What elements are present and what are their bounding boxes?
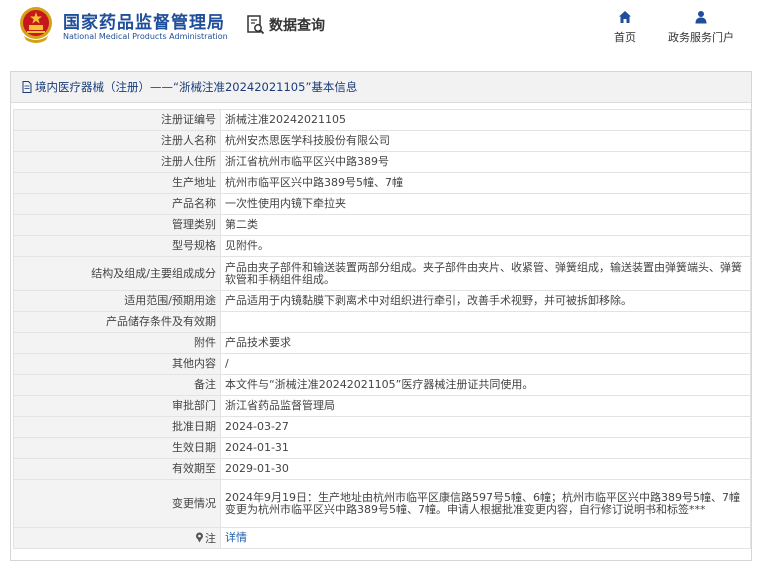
row-value: 一次性使用内镜下牵拉夹 — [220, 193, 751, 215]
row-label: 审批部门 — [13, 395, 221, 417]
row-value: 杭州安杰思医学科技股份有限公司 — [220, 130, 751, 152]
row-label: 管理类别 — [13, 214, 221, 236]
document-search-icon — [247, 15, 265, 35]
details-link[interactable]: 详情 — [225, 531, 247, 544]
row-value: 2024年9月19日：生产地址由杭州市临平区康信路597号5幢、6幢；杭州市临平… — [220, 479, 751, 528]
table-row: 审批部门 浙江省药品监督管理局 — [13, 395, 751, 417]
row-label: 生效日期 — [13, 437, 221, 459]
data-query-section[interactable]: 数据查询 — [247, 14, 325, 36]
panel-title-bar: 境内医疗器械（注册）——“浙械注准20242021105”基本信息 — [11, 72, 751, 103]
row-label: 批准日期 — [13, 416, 221, 438]
table-row: 其他内容 / — [13, 353, 751, 375]
table-row: 生产地址 杭州市临平区兴中路389号5幢、7幢 — [13, 172, 751, 194]
home-icon — [619, 11, 631, 23]
row-value: 浙江省药品监督管理局 — [220, 395, 751, 417]
nav-home-label: 首页 — [614, 31, 636, 44]
row-value: 浙械注准20242021105 — [220, 109, 751, 131]
row-value: 2029-01-30 — [220, 458, 751, 480]
nav-home[interactable]: 首页 — [608, 10, 642, 45]
row-value: 产品适用于内镜黏膜下剥离术中对组织进行牵引，改善手术视野，并可被拆卸移除。 — [220, 290, 751, 312]
row-label: 型号规格 — [13, 235, 221, 257]
org-name-cn: 国家药品监督管理局 — [63, 13, 225, 33]
row-label: 生产地址 — [13, 172, 221, 194]
table-row: 生效日期 2024-01-31 — [13, 437, 751, 459]
table-row: 注册证编号 浙械注准20242021105 — [13, 109, 751, 131]
row-label: 结构及组成/主要组成成分 — [13, 256, 221, 291]
nav-service-portal[interactable]: 政务服务门户 — [662, 10, 740, 45]
table-row: 产品名称 一次性使用内镜下牵拉夹 — [13, 193, 751, 215]
table-row: 产品储存条件及有效期 — [13, 311, 751, 333]
row-value: 产品由夹子部件和输送装置两部分组成。夹子部件由夹片、收紧管、弹簧组成，输送装置由… — [220, 256, 751, 291]
row-value: 见附件。 — [220, 235, 751, 257]
row-label: 变更情况 — [13, 479, 221, 528]
user-icon — [695, 11, 707, 24]
row-value: 杭州市临平区兴中路389号5幢、7幢 — [220, 172, 751, 194]
row-label: 备注 — [13, 374, 221, 396]
note-value-cell: 详情 — [220, 527, 751, 549]
site-header: 国家药品监督管理局 National Medical Products Admi… — [0, 0, 761, 60]
table-row: 有效期至 2029-01-30 — [13, 458, 751, 480]
row-label: 产品名称 — [13, 193, 221, 215]
section-title: 数据查询 — [269, 18, 325, 34]
row-label: 附件 — [13, 332, 221, 354]
row-label: 产品储存条件及有效期 — [13, 311, 221, 333]
table-row: 备注 本文件与“浙械注准20242021105”医疗器械注册证共同使用。 — [13, 374, 751, 396]
registration-info-table: 注册证编号 浙械注准20242021105 注册人名称 杭州安杰思医学科技股份有… — [13, 109, 751, 549]
row-value: 第二类 — [220, 214, 751, 236]
row-value: 2024-03-27 — [220, 416, 751, 438]
note-label-cell: 注 — [13, 527, 221, 549]
row-value: 2024-01-31 — [220, 437, 751, 459]
row-label: 注册证编号 — [13, 109, 221, 131]
table-row: 适用范围/预期用途 产品适用于内镜黏膜下剥离术中对组织进行牵引，改善手术视野，并… — [13, 290, 751, 312]
nav-portal-label: 政务服务门户 — [668, 31, 734, 44]
row-label: 注册人名称 — [13, 130, 221, 152]
table-row: 批准日期 2024-03-27 — [13, 416, 751, 438]
row-label: 适用范围/预期用途 — [13, 290, 221, 312]
document-icon — [22, 81, 32, 93]
table-row: 注 详情 — [13, 527, 751, 549]
row-value: 浙江省杭州市临平区兴中路389号 — [220, 151, 751, 173]
row-label: 注册人住所 — [13, 151, 221, 173]
row-value: 本文件与“浙械注准20242021105”医疗器械注册证共同使用。 — [220, 374, 751, 396]
row-label: 其他内容 — [13, 353, 221, 375]
pin-icon — [196, 532, 203, 542]
org-name-en: National Medical Products Administration — [63, 32, 228, 41]
info-panel: 境内医疗器械（注册）——“浙械注准20242021105”基本信息 注册证编号 … — [10, 71, 752, 561]
table-row: 结构及组成/主要组成成分 产品由夹子部件和输送装置两部分组成。夹子部件由夹片、收… — [13, 256, 751, 291]
table-row: 附件 产品技术要求 — [13, 332, 751, 354]
row-label: 有效期至 — [13, 458, 221, 480]
row-value — [220, 311, 751, 333]
note-label: 注 — [205, 531, 216, 545]
row-value: / — [220, 353, 751, 375]
table-row: 变更情况 2024年9月19日：生产地址由杭州市临平区康信路597号5幢、6幢；… — [13, 479, 751, 528]
national-emblem-icon — [20, 7, 52, 43]
table-row: 型号规格 见附件。 — [13, 235, 751, 257]
table-row: 注册人名称 杭州安杰思医学科技股份有限公司 — [13, 130, 751, 152]
panel-title: 境内医疗器械（注册）——“浙械注准20242021105”基本信息 — [35, 80, 358, 94]
table-row: 注册人住所 浙江省杭州市临平区兴中路389号 — [13, 151, 751, 173]
table-row: 管理类别 第二类 — [13, 214, 751, 236]
row-value: 产品技术要求 — [220, 332, 751, 354]
